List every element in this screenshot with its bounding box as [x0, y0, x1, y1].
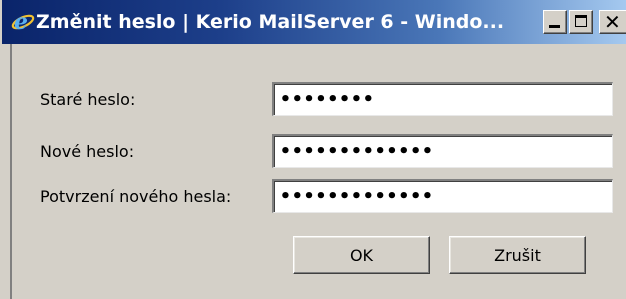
close-button[interactable]: ✕	[599, 10, 626, 34]
change-password-window: e Změnit heslo | Kerio MailServer 6 - Wi…	[0, 0, 626, 299]
confirm-password-label: Potvrzení nového hesla:	[40, 187, 232, 206]
close-icon: ✕	[604, 10, 621, 34]
window-left-edge	[10, 44, 12, 299]
old-password-label: Staré heslo:	[40, 90, 136, 109]
new-password-label: Nové heslo:	[40, 142, 135, 161]
internet-explorer-icon: e	[10, 8, 36, 35]
old-password-input[interactable]: ••••••••	[272, 82, 613, 116]
window-title: Změnit heslo | Kerio MailServer 6 - Wind…	[36, 11, 505, 33]
minimize-icon	[549, 25, 560, 28]
ok-button[interactable]: OK	[293, 236, 430, 274]
title-bar[interactable]: e Změnit heslo | Kerio MailServer 6 - Wi…	[2, 0, 626, 44]
confirm-password-input[interactable]: •••••••••••••	[272, 179, 613, 213]
cancel-button[interactable]: Zrušit	[449, 236, 586, 274]
minimize-button[interactable]	[543, 10, 567, 34]
new-password-input[interactable]: •••••••••••••	[272, 134, 613, 168]
maximize-icon	[575, 15, 587, 27]
maximize-button[interactable]	[569, 10, 593, 34]
svg-text:e: e	[14, 9, 28, 34]
